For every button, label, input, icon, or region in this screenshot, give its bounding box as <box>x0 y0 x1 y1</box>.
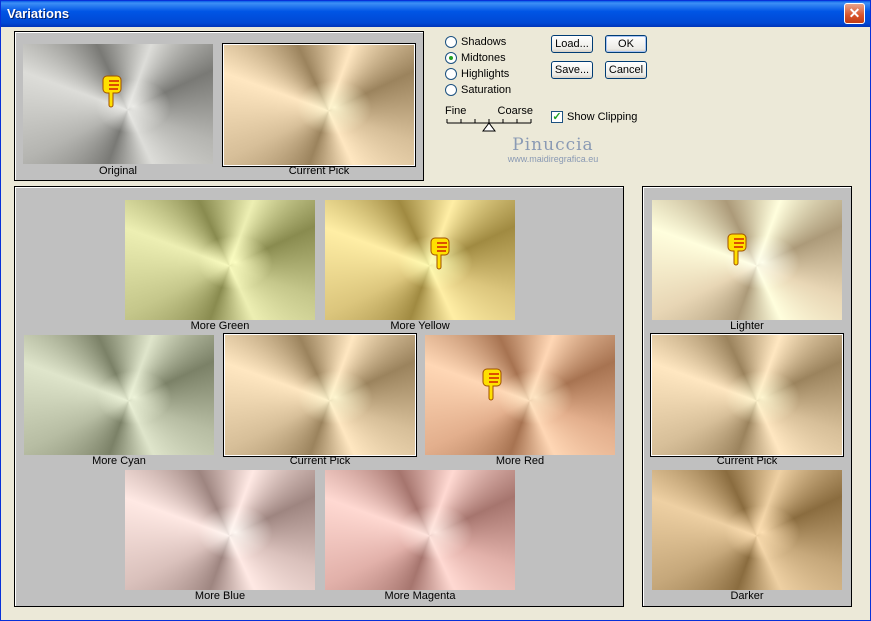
brightness-current-pick-label: Current Pick <box>716 455 778 467</box>
hue-variations-panel: More Green More Yellow More Cyan Current… <box>14 186 624 607</box>
more-green-thumbnail[interactable] <box>125 200 315 320</box>
more-magenta-label: More Magenta <box>384 590 456 602</box>
radio-circle-icon <box>445 84 457 96</box>
current-pick-label: Current Pick <box>288 165 350 177</box>
more-cyan-thumbnail[interactable] <box>24 335 214 455</box>
checkmark-icon: ✓ <box>551 111 563 123</box>
more-cyan-label: More Cyan <box>92 455 146 467</box>
title-bar[interactable]: Variations ✕ <box>1 1 870 27</box>
radio-shadows[interactable]: Shadows <box>445 35 506 49</box>
watermark-logo: Pinuccia www.maidiregrafica.eu <box>507 135 599 164</box>
fine-coarse-slider[interactable]: Fine Coarse <box>445 105 535 135</box>
brightness-panel: Lighter Current Pick Darker <box>642 186 852 607</box>
pointer-hand-icon <box>101 74 123 108</box>
more-yellow-thumbnail[interactable] <box>325 200 515 320</box>
show-clipping-checkbox[interactable]: ✓ Show Clipping <box>551 111 637 123</box>
lighter-label: Lighter <box>730 320 764 332</box>
original-thumbnail[interactable] <box>23 44 213 164</box>
radio-saturation[interactable]: Saturation <box>445 83 511 97</box>
radio-circle-icon <box>445 36 457 48</box>
darker-label: Darker <box>730 590 764 602</box>
more-yellow-label: More Yellow <box>390 320 450 332</box>
darker-thumbnail[interactable] <box>652 470 842 590</box>
window-title: Variations <box>7 6 70 21</box>
more-red-thumbnail[interactable] <box>425 335 615 455</box>
pointer-hand-icon <box>429 236 451 270</box>
radio-midtones[interactable]: Midtones <box>445 51 506 65</box>
original-label: Original <box>99 165 137 177</box>
brightness-current-pick-thumbnail <box>650 333 844 457</box>
ok-button[interactable]: OK <box>605 35 647 53</box>
current-pick-thumbnail <box>222 43 416 167</box>
more-red-label: More Red <box>495 455 545 467</box>
pointer-hand-icon <box>481 367 503 401</box>
more-green-label: More Green <box>190 320 250 332</box>
more-magenta-thumbnail[interactable] <box>325 470 515 590</box>
radio-circle-icon <box>445 68 457 80</box>
lighter-thumbnail[interactable] <box>652 200 842 320</box>
load-button[interactable]: Load... <box>551 35 593 53</box>
pointer-hand-icon <box>726 232 748 266</box>
cancel-button[interactable]: Cancel <box>605 61 647 79</box>
radio-circle-icon <box>445 52 457 64</box>
more-blue-label: More Blue <box>194 590 246 602</box>
variations-dialog: Variations ✕ Original Current Pick Shado… <box>0 0 871 621</box>
slider-scale-icon <box>446 119 532 132</box>
close-button[interactable]: ✕ <box>844 3 865 24</box>
preview-panel: Original Current Pick <box>14 31 424 181</box>
save-button[interactable]: Save... <box>551 61 593 79</box>
hue-current-pick-label: Current Pick <box>289 455 351 467</box>
close-icon: ✕ <box>848 5 861 21</box>
hue-current-pick-thumbnail <box>223 333 417 457</box>
more-blue-thumbnail[interactable] <box>125 470 315 590</box>
radio-highlights[interactable]: Highlights <box>445 67 509 81</box>
